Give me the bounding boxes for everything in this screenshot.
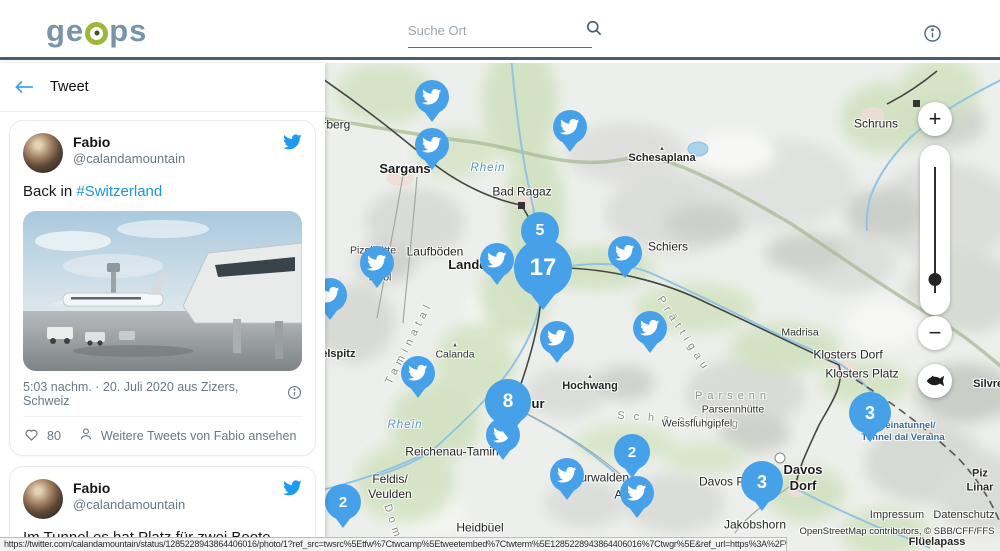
twitter-bird-icon <box>557 465 577 485</box>
tweet-marker[interactable] <box>553 110 587 144</box>
sidebar-title: Tweet <box>50 79 89 95</box>
avatar[interactable] <box>23 133 63 173</box>
datenschutz-link[interactable]: Datenschutz <box>933 509 994 523</box>
impressum-link[interactable]: Impressum <box>870 509 924 523</box>
map[interactable]: erbergSargansRheinBad RagazSchrunsSchesa… <box>325 63 1000 551</box>
sidebar-header: Tweet <box>0 63 325 112</box>
tweet-author-handle: @calandamountain <box>73 151 185 166</box>
twitter-bird-icon[interactable] <box>283 134 302 155</box>
tweet-info-icon[interactable] <box>287 385 302 403</box>
tweet-author-name: Fabio <box>73 479 185 497</box>
tweet-marker[interactable] <box>550 458 584 492</box>
tweet-marker[interactable] <box>415 128 449 162</box>
twitter-bird-icon <box>560 117 580 137</box>
tweet-photo-airport[interactable] <box>23 211 302 371</box>
zoom-in-button[interactable]: + <box>918 102 952 136</box>
tweet-marker[interactable] <box>415 80 449 114</box>
tweet-cluster-marker[interactable]: 8 <box>485 379 531 425</box>
tweet-text: Back in #Switzerland <box>23 183 302 200</box>
hashtag-link[interactable]: #Switzerland <box>76 183 162 200</box>
tweet-cluster-marker[interactable]: 17 <box>514 239 572 297</box>
tweet-marker[interactable] <box>608 236 642 270</box>
tweet-sidebar: Tweet Fabio @calandamountain Back in #Sw… <box>0 63 325 551</box>
tweet-author-name: Fabio <box>73 133 185 151</box>
twitter-bird-icon <box>422 87 442 107</box>
twitter-bird-icon <box>615 243 635 263</box>
twitter-bird-icon <box>627 483 647 503</box>
tweet-marker[interactable] <box>540 321 574 355</box>
zoom-slider[interactable] <box>920 145 950 315</box>
twitter-bird-icon <box>422 135 442 155</box>
zoom-out-button[interactable]: − <box>918 316 952 350</box>
tweet-timestamp: 5:03 nachm. · 20. Juli 2020 aus Zizers, … <box>23 380 287 408</box>
tweet-marker[interactable] <box>633 311 667 345</box>
fish-icon <box>925 374 945 388</box>
fish-layer-button[interactable] <box>918 364 952 398</box>
tweet-card: Fabio @calandamountain Back in #Switzerl… <box>9 120 316 456</box>
tweet-cluster-marker[interactable]: 2 <box>614 434 650 470</box>
person-icon <box>78 426 94 445</box>
info-icon[interactable] <box>923 24 942 43</box>
twitter-bird-icon <box>547 328 567 348</box>
tweet-cluster-marker[interactable]: 3 <box>741 461 783 503</box>
tweet-cluster-marker[interactable]: 3 <box>849 392 891 434</box>
search-input[interactable] <box>408 23 584 38</box>
tweet-marker[interactable] <box>480 243 514 277</box>
geops-logo[interactable]: ge ps <box>46 13 147 49</box>
tweet-author-handle: @calandamountain <box>73 497 185 512</box>
tweet-marker[interactable] <box>401 356 435 390</box>
more-tweets-link[interactable]: Weitere Tweets von Fabio ansehen <box>101 429 297 443</box>
twitter-bird-icon[interactable] <box>283 480 302 501</box>
search-box <box>408 14 592 48</box>
status-url-bar: https://twitter.com/calandamountain/stat… <box>0 537 787 551</box>
twitter-bird-icon <box>640 318 660 338</box>
back-arrow-icon[interactable] <box>14 79 34 95</box>
zoom-slider-thumb[interactable] <box>929 273 942 286</box>
tweet-marker[interactable] <box>360 246 394 280</box>
logo-o-icon <box>85 22 108 45</box>
twitter-bird-icon <box>408 363 428 383</box>
search-icon[interactable] <box>584 18 604 43</box>
twitter-bird-icon <box>487 250 507 270</box>
heart-icon[interactable] <box>23 426 40 445</box>
app-window: ge ps Tweet <box>0 0 1000 551</box>
avatar[interactable] <box>23 479 63 519</box>
logo-text-right: ps <box>109 13 147 49</box>
tweet-marker[interactable] <box>620 476 654 510</box>
tweet-cluster-marker[interactable]: 2 <box>325 484 361 520</box>
logo-text-left: ge <box>46 13 84 49</box>
header: ge ps <box>0 0 1000 60</box>
like-count: 80 <box>47 429 61 443</box>
twitter-bird-icon <box>367 253 387 273</box>
